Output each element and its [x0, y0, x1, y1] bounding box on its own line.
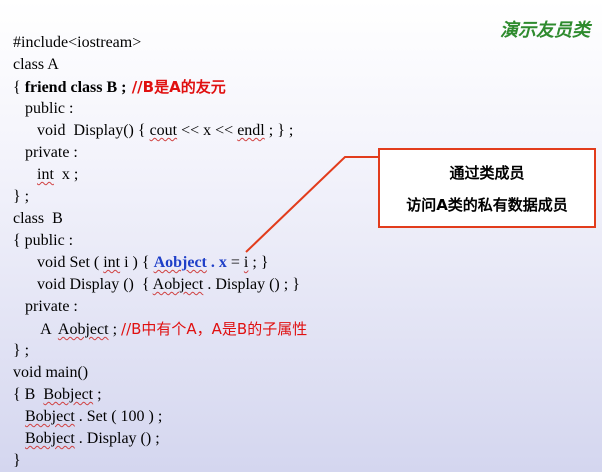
- callout-line-2: 访问A类的私有数据成员: [406, 196, 568, 214]
- callout-line-1: 通过类成员: [449, 164, 525, 182]
- callout-box: 通过类成员 访问A类的私有数据成员: [378, 148, 596, 228]
- callout-connector: [245, 156, 379, 253]
- connector-line: [245, 156, 379, 253]
